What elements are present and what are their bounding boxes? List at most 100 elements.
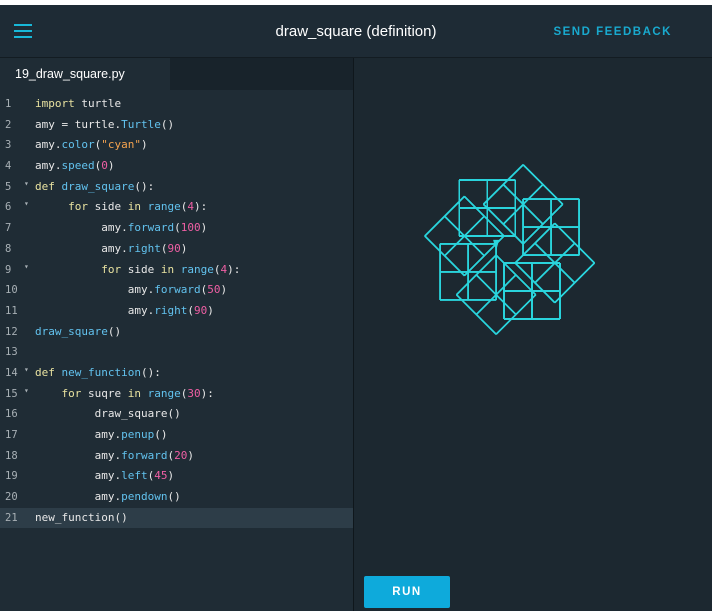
turtle-path-segment [554, 282, 576, 304]
code-token: speed [61, 159, 95, 173]
code-token: draw_square [61, 179, 135, 193]
code-token: ) [207, 303, 214, 317]
code-line[interactable]: 19 amy.left(45) [0, 466, 353, 487]
code-line[interactable]: 13 [0, 342, 353, 363]
code-line[interactable]: 11 amy.right(90) [0, 301, 353, 322]
turtle-path-segment [463, 235, 485, 257]
turtle-path-segment [483, 203, 504, 225]
turtle-path-segment [444, 195, 465, 217]
fold-arrow-icon[interactable]: ▾ [24, 381, 29, 402]
turtle-path-segment [502, 223, 524, 245]
code-text: amy.forward(50) [35, 280, 227, 301]
turtle-path-segment [574, 242, 595, 264]
code-line[interactable]: 2 amy = turtle.Turtle() [0, 115, 353, 136]
code-line[interactable]: 4 amy.speed(0) [0, 156, 353, 177]
code-token: color [61, 138, 95, 152]
code-token: 90 [167, 241, 181, 255]
code-token: right [127, 241, 161, 255]
code-token: (): [134, 179, 155, 193]
code-editor[interactable]: 19_draw_square.py 1 import turtle 2 amy = t… [0, 58, 354, 611]
code-token: ): [200, 386, 214, 400]
file-tab-bar: 19_draw_square.py [0, 58, 353, 90]
code-text: amy.color("cyan") [35, 135, 148, 156]
code-token: amy. [35, 448, 122, 462]
file-tab[interactable]: 19_draw_square.py [0, 58, 170, 90]
fold-arrow-icon[interactable]: ▾ [24, 194, 29, 215]
code-token: new_function() [35, 510, 128, 524]
code-token: ( [174, 221, 181, 235]
code-token: ) [167, 469, 175, 483]
code-line[interactable]: 1 import turtle [0, 94, 353, 115]
code-token: amy. [35, 469, 122, 483]
turtle-path-segment [502, 203, 524, 225]
line-number: 13 [5, 346, 18, 359]
code-token: for [35, 386, 82, 400]
code-text: for side in range(4): [35, 197, 207, 218]
code-token: 50 [207, 283, 221, 297]
code-token: ) [107, 159, 115, 173]
code-token: 30 [187, 386, 201, 400]
code-text: amy.pendown() [35, 487, 181, 508]
code-token: "cyan" [101, 138, 141, 152]
turtle-path-segment [475, 274, 497, 296]
line-number: 4 [5, 160, 12, 173]
send-feedback-link[interactable]: SEND FEEDBACK [553, 26, 672, 38]
code-line[interactable]: 6 ▾ for side in range(4): [0, 197, 353, 218]
code-token: 4 [187, 200, 194, 214]
code-lines[interactable]: 1 import turtle 2 amy = turtle.Turtle() 3 amy… [0, 94, 353, 529]
line-number: 15 [5, 387, 18, 400]
code-token: amy = turtle. [35, 117, 122, 131]
line-number: 6 [5, 201, 12, 214]
line-number: 20 [5, 491, 18, 504]
code-line[interactable]: 14 ▾ def new_function(): [0, 363, 353, 384]
app-window: draw_square (definition) SEND FEEDBACK 1… [0, 5, 712, 611]
run-button[interactable]: RUN [364, 576, 450, 608]
line-number: 1 [5, 98, 12, 110]
code-text: amy.forward(20) [35, 446, 194, 467]
code-token: def [35, 179, 55, 193]
code-line[interactable]: 12 draw_square() [0, 322, 353, 343]
line-number: 9 [5, 263, 12, 276]
code-text: draw_square() [35, 404, 181, 425]
code-token: in [160, 262, 175, 276]
code-token: 20 [174, 448, 188, 462]
code-token: 45 [154, 469, 168, 483]
turtle-path-segment [475, 294, 497, 315]
code-line[interactable]: 20 amy.pendown() [0, 487, 353, 508]
turtle-path-segment [444, 215, 465, 237]
code-line[interactable]: 3 amy.color("cyan") [0, 135, 353, 156]
code-line[interactable]: 18 amy.forward(20) [0, 446, 353, 467]
code-line[interactable]: 7 amy.forward(100) [0, 218, 353, 239]
code-line[interactable]: 15 ▾ for suqre in range(30): [0, 384, 353, 405]
code-token: side [121, 262, 161, 276]
code-text: import turtle [35, 94, 121, 115]
code-line[interactable]: 8 amy.right(90) [0, 239, 353, 260]
code-token: for [35, 262, 122, 276]
code-token: ): [227, 262, 241, 276]
code-text: def new_function(): [35, 363, 161, 384]
code-line[interactable]: 16 draw_square() [0, 404, 353, 425]
line-number: 7 [5, 222, 12, 235]
fold-arrow-icon[interactable]: ▾ [24, 360, 29, 381]
code-line[interactable]: 5 ▾ def draw_square(): [0, 177, 353, 198]
fold-arrow-icon[interactable]: ▾ [24, 257, 29, 278]
code-token: amy. [35, 428, 122, 441]
code-token: range [180, 262, 214, 276]
turtle-path-segment [456, 294, 477, 315]
code-token: 90 [193, 303, 208, 317]
code-text: amy.penup() [35, 425, 168, 446]
code-token: penup [121, 428, 155, 441]
turtle-path-segment [495, 274, 517, 296]
code-token: suqre [81, 386, 128, 400]
code-line[interactable]: 21 new_function() [0, 507, 353, 529]
code-line[interactable]: 17 amy.penup() [0, 425, 353, 446]
code-text: def draw_square(): [35, 177, 154, 198]
fold-arrow-icon[interactable]: ▾ [24, 174, 29, 195]
code-line[interactable]: 10 amy.forward(50) [0, 280, 353, 301]
code-line[interactable]: 9 ▾ for side in range(4): [0, 260, 353, 281]
turtle-path-segment [554, 262, 576, 284]
turtle-path-segment [483, 235, 505, 257]
code-token: forward [154, 283, 201, 297]
